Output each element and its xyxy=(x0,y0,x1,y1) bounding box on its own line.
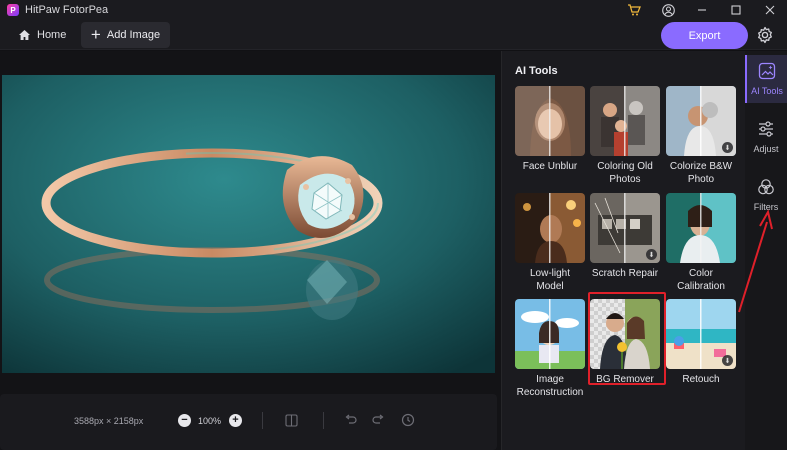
bg-remover-highlight xyxy=(588,292,666,385)
download-badge-icon: ⬇ xyxy=(722,142,733,153)
sliders-icon xyxy=(757,120,775,141)
home-button[interactable]: Home xyxy=(10,24,74,46)
cart-icon[interactable] xyxy=(617,0,651,20)
ring-photo[interactable] xyxy=(2,75,495,373)
tool-label: Face Unblur xyxy=(522,161,578,172)
download-badge-icon: ⬇ xyxy=(646,249,657,260)
history-icon[interactable] xyxy=(400,412,416,428)
gear-icon[interactable] xyxy=(755,25,775,45)
tool-image-reconstruction[interactable]: Image Reconstruction xyxy=(515,299,585,399)
face-unblur-thumbnail xyxy=(515,86,585,156)
minimize-icon[interactable] xyxy=(685,0,719,20)
download-badge-icon: ⬇ xyxy=(722,355,733,366)
low-light-model-thumbnail xyxy=(515,193,585,263)
retouch-thumbnail: ⬇ xyxy=(666,299,736,369)
tool-colorize-bw-photo[interactable]: ⬇ Colorize B&W Photo xyxy=(666,86,736,186)
zoom-in-button[interactable]: + xyxy=(229,414,242,427)
undo-icon[interactable] xyxy=(342,412,358,428)
right-rail: AI Tools Adjust Filters xyxy=(745,51,787,450)
filters-icon xyxy=(757,178,775,199)
zoom-out-button[interactable]: − xyxy=(178,414,191,427)
export-button[interactable]: Export xyxy=(661,22,748,49)
tool-label: Colorize B&W Photo xyxy=(669,161,733,185)
title-bar: P HitPaw FotorPea xyxy=(0,0,787,20)
editor-canvas: 3588px × 2158px − 100% + xyxy=(0,51,501,450)
main-toolbar: Home + Add Image Export xyxy=(0,20,787,50)
close-icon[interactable] xyxy=(753,0,787,20)
rail-item-adjust[interactable]: Adjust xyxy=(745,113,787,161)
account-icon[interactable] xyxy=(651,0,685,20)
home-label: Home xyxy=(37,29,67,41)
tool-coloring-old-photos[interactable]: Coloring Old Photos xyxy=(590,86,660,186)
redo-icon[interactable] xyxy=(370,412,386,428)
divider xyxy=(262,412,263,429)
tool-label: Low-light Model xyxy=(529,268,571,292)
rail-item-ai-tools[interactable]: AI Tools xyxy=(745,55,787,103)
maximize-icon[interactable] xyxy=(719,0,753,20)
colorize-bw-photo-thumbnail: ⬇ xyxy=(666,86,736,156)
tool-label: Retouch xyxy=(682,374,720,385)
compare-split-icon[interactable] xyxy=(283,412,299,428)
tool-label: Image Reconstruction xyxy=(516,374,584,398)
rail-label: Filters xyxy=(753,202,779,212)
home-icon xyxy=(19,30,30,40)
plus-icon: + xyxy=(90,24,101,44)
add-image-label: Add Image xyxy=(106,29,161,41)
app-logo-icon: P xyxy=(7,4,19,16)
app-title: HitPaw FotorPea xyxy=(25,4,109,16)
ai-tools-icon xyxy=(758,62,776,83)
image-dimensions: 3588px × 2158px xyxy=(74,416,144,426)
tool-scratch-repair[interactable]: ⬇ Scratch Repair xyxy=(590,193,660,280)
tool-label: Scratch Repair xyxy=(591,268,659,279)
rail-label: AI Tools xyxy=(751,86,783,96)
tool-low-light-model[interactable]: Low-light Model xyxy=(515,193,585,293)
tool-label: Color Calibration xyxy=(677,268,725,292)
color-calibration-thumbnail xyxy=(666,193,736,263)
divider xyxy=(323,412,324,429)
panel-title: AI Tools xyxy=(515,65,558,77)
rail-label: Adjust xyxy=(753,144,779,154)
tool-color-calibration[interactable]: Color Calibration xyxy=(666,193,736,293)
tool-face-unblur[interactable]: Face Unblur xyxy=(515,86,585,173)
tool-label: Coloring Old Photos xyxy=(597,161,653,185)
rail-item-filters[interactable]: Filters xyxy=(745,171,787,219)
ai-tools-panel: AI Tools Face Unblur Coloring Old Photos… xyxy=(501,51,745,450)
image-reconstruction-thumbnail xyxy=(515,299,585,369)
zoom-level: 100% xyxy=(198,416,222,426)
canvas-bottom-bar: 3588px × 2158px − 100% + xyxy=(0,394,497,450)
tool-retouch[interactable]: ⬇ Retouch xyxy=(666,299,736,386)
add-image-button[interactable]: + Add Image xyxy=(81,22,170,48)
coloring-old-photos-thumbnail xyxy=(590,86,660,156)
scratch-repair-thumbnail: ⬇ xyxy=(590,193,660,263)
